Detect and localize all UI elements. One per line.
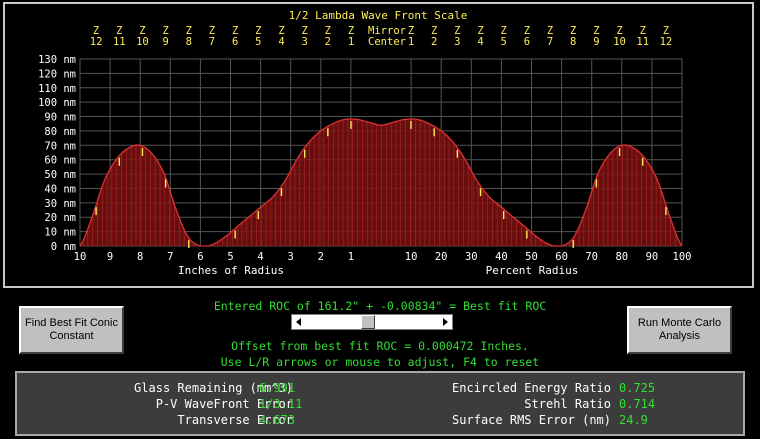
zone-label-number: 1 <box>408 36 414 48</box>
y-tick-label: 100 nm <box>38 97 76 109</box>
x-tick-label: 10 <box>74 251 87 263</box>
x-axis-label-inches: Inches of Radius <box>178 264 284 277</box>
zone-label-number: 11 <box>636 36 649 48</box>
zone-label-number: 3 <box>454 36 460 48</box>
x-tick-label: 4 <box>257 251 263 263</box>
scroll-right-arrow-icon[interactable] <box>438 315 452 329</box>
zone-label-number: 7 <box>209 36 215 48</box>
zone-label-number: 8 <box>186 36 192 48</box>
zone-label-number: 5 <box>255 36 261 48</box>
surface-rms-value: 24.9 <box>619 413 648 427</box>
zone-label-number: 1 <box>348 36 354 48</box>
scroll-left-arrow-icon[interactable] <box>292 315 306 329</box>
y-tick-label: 130 nm <box>38 54 76 66</box>
slider-thumb[interactable] <box>361 315 376 329</box>
x-tick-label: 50 <box>525 251 538 263</box>
zone-label-number: 12 <box>90 36 103 48</box>
center-label: Center <box>368 36 406 48</box>
zone-label-number: 4 <box>477 36 483 48</box>
x-tick-label: 8 <box>137 251 143 263</box>
wavefront-chart-frame: 1/2 Lambda Wave Front Scale Z 12 Z 11 Z 10 Z 9 Z… <box>3 2 754 288</box>
glass-remaining-value: 6.991 <box>259 381 296 395</box>
x-tick-label: 60 <box>555 251 568 263</box>
zone-label-number: 9 <box>593 36 599 48</box>
x-tick-label: 2 <box>318 251 324 263</box>
y-tick-label: 0 nm <box>51 241 76 253</box>
x-tick-label: 20 <box>435 251 448 263</box>
y-tick-label: 80 nm <box>44 126 76 138</box>
zone-label-number: 6 <box>524 36 530 48</box>
x-tick-label: 90 <box>646 251 659 263</box>
roc-adjust-slider[interactable] <box>291 314 453 330</box>
x-tick-label: 6 <box>197 251 203 263</box>
encircled-energy-value: 0.725 <box>619 381 656 395</box>
y-tick-label: 120 nm <box>38 68 76 80</box>
transverse-error-value: 4.673 <box>259 413 296 427</box>
x-tick-label: 1 <box>348 251 354 263</box>
zone-label-number: 5 <box>501 36 507 48</box>
y-tick-label: 90 nm <box>44 112 76 124</box>
x-axis-label-percent: Percent Radius <box>486 264 579 277</box>
pv-wavefront-error-value: 1/3.11 <box>259 397 303 411</box>
y-tick-label: 70 nm <box>44 140 76 152</box>
x-tick-label: 10 <box>405 251 418 263</box>
x-tick-label: 80 <box>615 251 628 263</box>
zone-label-number: 7 <box>547 36 553 48</box>
strehl-ratio-label: Strehl Ratio <box>524 397 611 411</box>
zone-label-number: 4 <box>278 36 284 48</box>
zone-label-number: 11 <box>113 36 126 48</box>
x-tick-label: 5 <box>227 251 233 263</box>
zone-label-number: 2 <box>431 36 437 48</box>
zone-label-number: 2 <box>325 36 331 48</box>
y-tick-label: 20 nm <box>44 212 76 224</box>
stats-panel: Glass Remaining (mm^3) 6.991 P-V WaveFro… <box>15 371 745 436</box>
x-tick-label: 30 <box>465 251 478 263</box>
help-text: Use L/R arrows or mouse to adjust, F4 to… <box>220 355 540 369</box>
y-tick-label: 60 nm <box>44 155 76 167</box>
y-tick-label: 110 nm <box>38 83 76 95</box>
x-tick-label: 40 <box>495 251 508 263</box>
x-tick-label: 100 <box>673 251 692 263</box>
y-tick-label: 40 nm <box>44 183 76 195</box>
zone-label-number: 8 <box>570 36 576 48</box>
chart-title: 1/2 Lambda Wave Front Scale <box>289 9 468 22</box>
y-tick-label: 50 nm <box>44 169 76 181</box>
offset-text: Offset from best fit ROC = 0.000472 Inch… <box>231 339 529 353</box>
y-tick-label: 10 nm <box>44 227 76 239</box>
zone-label-number: 9 <box>162 36 168 48</box>
x-tick-label: 70 <box>585 251 598 263</box>
zone-label-number: 10 <box>136 36 149 48</box>
zone-label-number: 12 <box>660 36 673 48</box>
zone-label-number: 3 <box>301 36 307 48</box>
strehl-ratio-value: 0.714 <box>619 397 656 411</box>
x-tick-label: 9 <box>107 251 113 263</box>
encircled-energy-label: Encircled Energy Ratio <box>452 381 611 395</box>
wavefront-chart: 1/2 Lambda Wave Front Scale Z12Z11Z10Z9Z… <box>38 9 692 277</box>
zone-label-number: 6 <box>232 36 238 48</box>
surface-rms-label: Surface RMS Error (nm) <box>452 413 611 427</box>
x-tick-label: 3 <box>288 251 294 263</box>
x-tick-label: 7 <box>167 251 173 263</box>
zone-label-number: 10 <box>613 36 626 48</box>
y-tick-label: 30 nm <box>44 198 76 210</box>
